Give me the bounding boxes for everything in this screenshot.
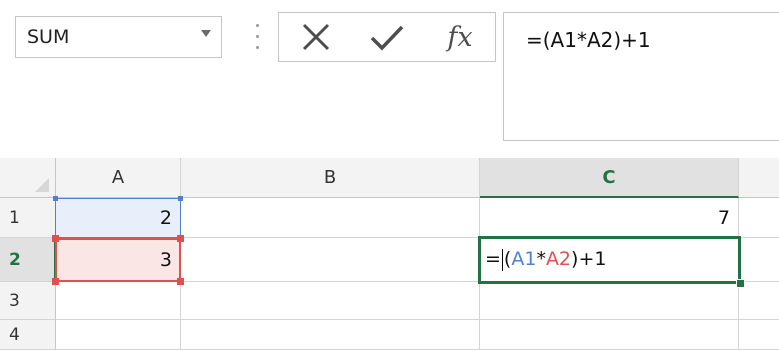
- cell-c1[interactable]: 7: [480, 198, 739, 238]
- function-icon: fx: [447, 21, 473, 53]
- close-icon: [302, 23, 330, 51]
- reference-border-a2: [55, 238, 181, 282]
- row-label-4: 4: [9, 324, 20, 345]
- ref-handle-a2-br: [177, 278, 184, 285]
- select-all-corner[interactable]: [0, 158, 56, 198]
- cell-a3[interactable]: [56, 282, 181, 320]
- column-header-a[interactable]: A: [56, 158, 181, 198]
- ref-handle-a2-tl: [52, 235, 59, 242]
- formula-buttons: fx: [278, 12, 496, 62]
- column-header-d[interactable]: [739, 158, 779, 198]
- ref-handle-a1-tl: [53, 196, 58, 201]
- column-header-b[interactable]: B: [181, 158, 480, 198]
- column-header-c[interactable]: C: [480, 158, 739, 198]
- row-label-3: 3: [9, 290, 20, 311]
- cell-d4[interactable]: [739, 320, 779, 350]
- select-all-icon: [35, 178, 49, 192]
- cell-b1[interactable]: [181, 198, 480, 238]
- checkmark-icon: [370, 25, 404, 51]
- cell-d3[interactable]: [739, 282, 779, 320]
- cell-a4[interactable]: [56, 320, 181, 350]
- active-cell-border: [478, 236, 741, 284]
- row-header-3[interactable]: 3: [0, 282, 56, 320]
- insert-function-button[interactable]: fx: [429, 13, 491, 61]
- chevron-down-icon[interactable]: [201, 30, 211, 37]
- name-box-value: SUM: [27, 26, 70, 48]
- column-label-a: A: [111, 167, 125, 188]
- row-label-2: 2: [9, 249, 21, 270]
- row-header-2[interactable]: 2: [0, 238, 56, 282]
- cell-d1[interactable]: [739, 198, 779, 238]
- reference-border-a1: [55, 198, 181, 238]
- formula-input[interactable]: =(A1*A2)+1: [503, 12, 779, 141]
- cell-c4[interactable]: [480, 320, 739, 350]
- cell-d2[interactable]: [739, 238, 779, 282]
- cell-b2[interactable]: [181, 238, 480, 282]
- cell-c3[interactable]: [480, 282, 739, 320]
- ref-handle-a2-bl: [52, 278, 59, 285]
- ref-handle-a1-tr: [178, 196, 183, 201]
- row-header-1[interactable]: 1: [0, 198, 56, 238]
- formula-text: =(A1*A2)+1: [526, 28, 651, 52]
- enter-button[interactable]: [357, 13, 417, 61]
- row-header-4[interactable]: 4: [0, 320, 56, 350]
- cell-b3[interactable]: [181, 282, 480, 320]
- column-label-c: C: [602, 166, 616, 188]
- cell-c1-value: 7: [717, 206, 730, 229]
- ref-handle-a2-tr: [177, 235, 184, 242]
- fill-handle[interactable]: [736, 279, 745, 288]
- row-label-1: 1: [9, 207, 20, 228]
- cancel-button[interactable]: [287, 13, 345, 61]
- column-label-b: B: [323, 167, 337, 188]
- grip-icon: [256, 19, 259, 55]
- cell-b4[interactable]: [181, 320, 480, 350]
- name-box[interactable]: SUM: [15, 16, 222, 58]
